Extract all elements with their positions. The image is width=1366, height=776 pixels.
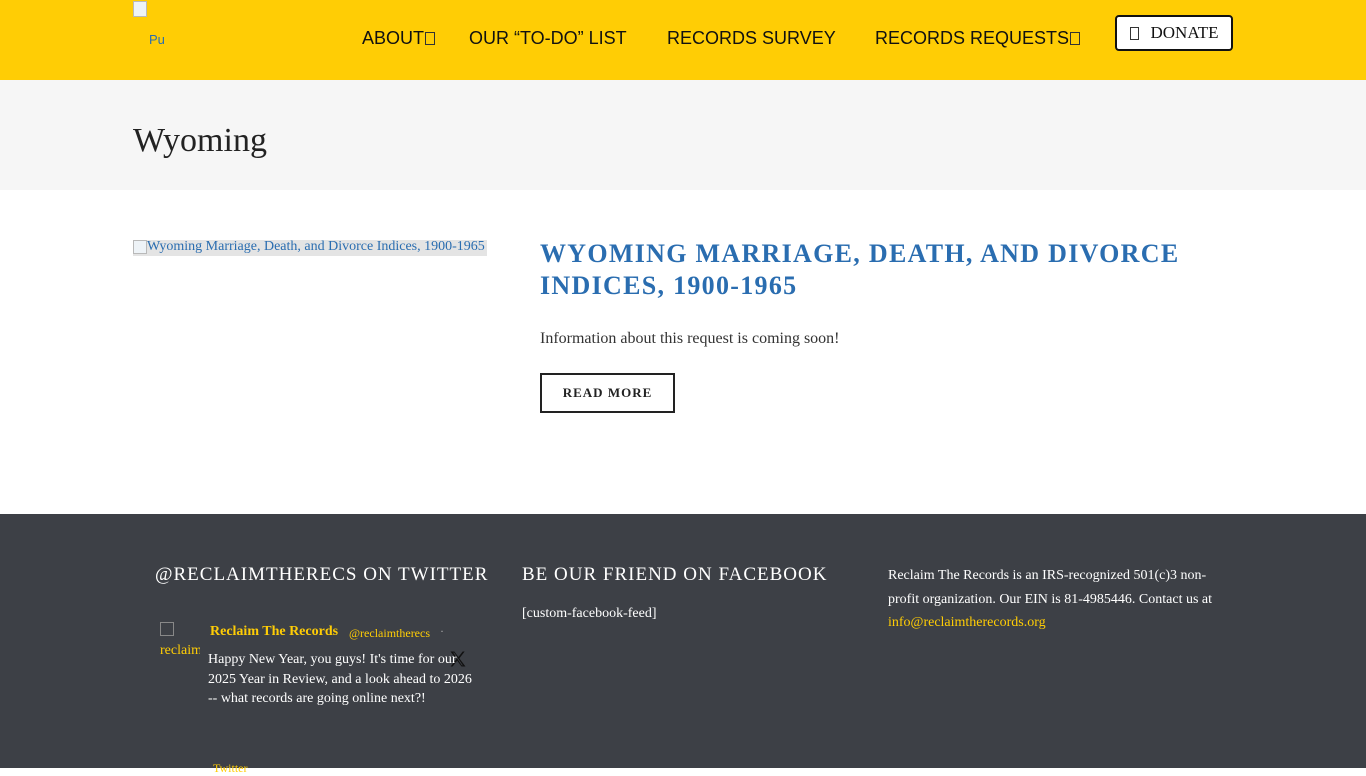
read-more-button[interactable]: READ MORE [540,373,675,413]
nav-item-label: OUR “TO-DO” LIST [469,28,627,48]
nav-item-label: RECORDS REQUESTS [875,28,1070,48]
twitter-widget-heading: @RECLAIMTHERECS ON TWITTER [155,564,489,585]
tweet-separator: · [440,624,444,638]
post-title-link[interactable]: WYOMING MARRIAGE, DEATH, AND DIVORCE IND… [540,238,1180,302]
facebook-feed-placeholder: [custom-facebook-feed] [522,606,657,621]
facebook-widget-heading: BE OUR FRIEND ON FACEBOOK [522,564,828,585]
broken-image-icon [133,1,147,17]
organization-info-text: Reclaim The Records is an IRS-recognized… [888,568,1213,607]
chevron-down-icon [425,32,436,45]
site-footer: @RECLAIMTHERECS ON TWITTER reclaimth Rec… [0,514,1366,775]
nav-item-records-survey[interactable]: RECORDS SURVEY [667,28,836,49]
nav-item-label: RECORDS SURVEY [667,28,836,48]
organization-info: Reclaim The Records is an IRS-recognized… [888,564,1213,635]
page-title: Wyoming [133,122,267,159]
page-title-bar: Wyoming [0,80,1366,190]
post-thumbnail[interactable]: Wyoming Marriage, Death, and Divorce Ind… [133,240,487,256]
avatar[interactable]: reclaimth [160,621,200,665]
donate-button[interactable]: DONATE [1115,15,1233,51]
site-logo[interactable]: Pu [133,0,183,60]
logo-alt-text: Pu [149,32,165,47]
nav-item-todo-list[interactable]: OUR “TO-DO” LIST [469,28,627,49]
read-more-label: READ MORE [562,385,653,400]
donate-label: DONATE [1150,23,1219,42]
tweet-text: Happy New Year, you guys! It's time for … [208,652,472,706]
nav-item-records-requests[interactable]: RECORDS REQUESTS [875,28,1081,49]
broken-image-icon [160,622,174,636]
heart-icon [1129,26,1139,40]
contact-email-link[interactable]: info@reclaimtherecords.org [888,615,1046,630]
nav-item-label: ABOUT [362,28,425,48]
broken-image-icon [133,240,147,254]
site-header: Pu ABOUT OUR “TO-DO” LIST RECORDS SURVEY… [0,0,1366,80]
chevron-down-icon [1070,32,1081,45]
twitter-link[interactable]: Twitter [213,761,247,776]
post-thumbnail-alt: Wyoming Marriage, Death, and Divorce Ind… [147,240,485,254]
post-excerpt: Information about this request is coming… [540,330,840,347]
tweet-author-name[interactable]: Reclaim The Records [210,624,338,640]
nav-item-about[interactable]: ABOUT [362,28,436,49]
tweet-author-handle[interactable]: @reclaimtherecs [349,626,430,641]
avatar-alt-text: reclaimth [160,643,200,658]
